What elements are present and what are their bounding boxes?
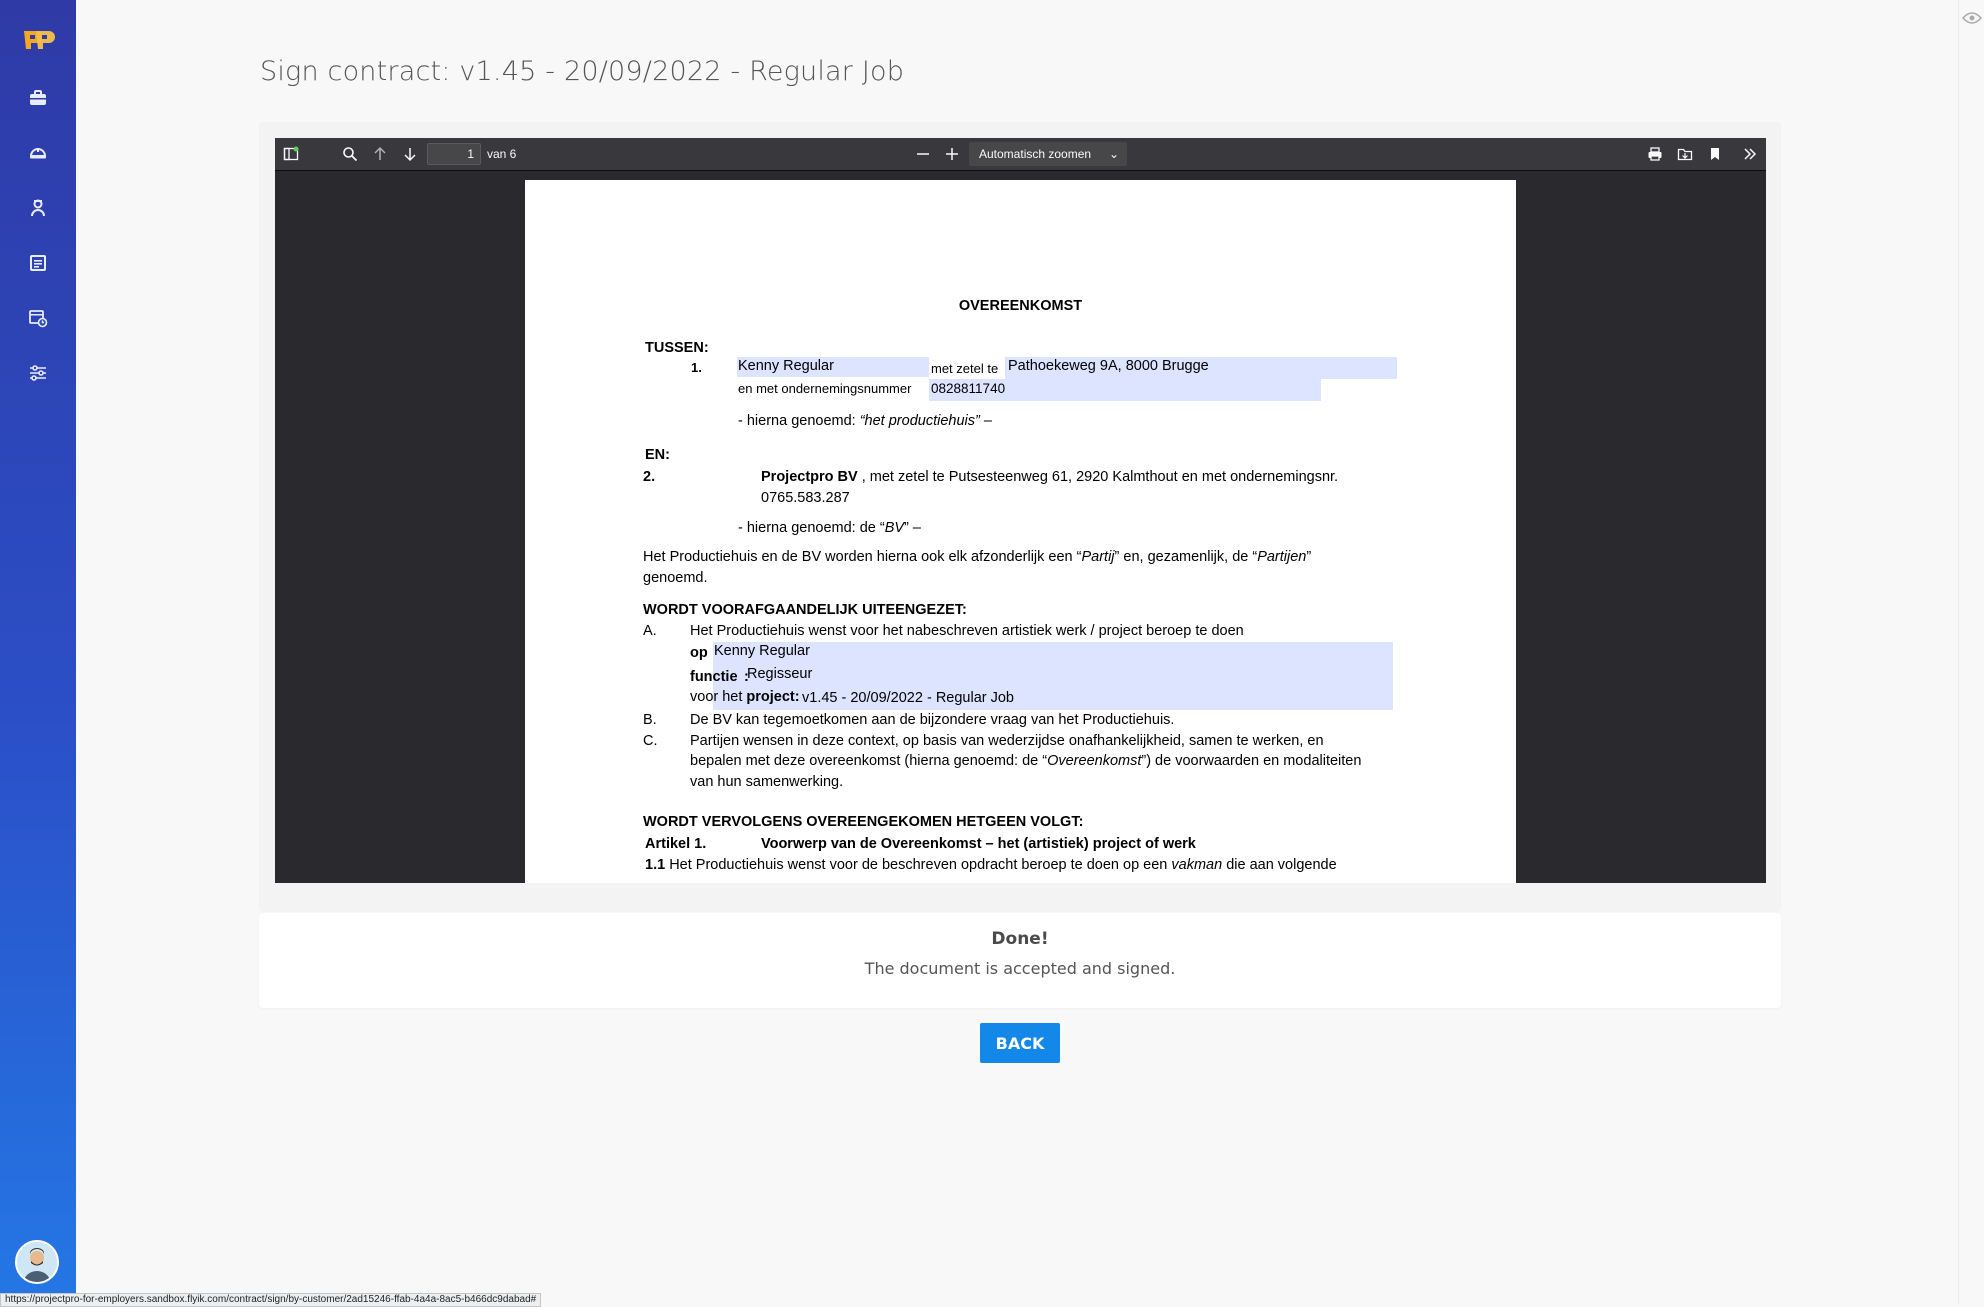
back-button[interactable]: BACK	[980, 1023, 1060, 1063]
status-title: Done!	[991, 929, 1049, 949]
item-a-text: Het Productiehuis wenst voor het nabesch…	[690, 623, 1244, 639]
print-button[interactable]	[1645, 144, 1665, 164]
right-edge-strip	[1958, 0, 1984, 1305]
sidebar-item-settings[interactable]	[22, 357, 54, 389]
signed-status-card: Done! The document is accepted and signe…	[259, 913, 1781, 1008]
party1-number: 1.	[691, 360, 702, 375]
pdf-viewer[interactable]: van 6 Automatisch zoomen ⌄ OVEREENKOMST …	[275, 138, 1766, 883]
hierna-bv: - hierna genoemd: de “BV” –	[738, 520, 921, 536]
hierna-productiehuis: - hierna genoemd: “het productiehuis” –	[738, 413, 992, 429]
project-label: voor het project:	[690, 689, 800, 705]
section1-title: WORDT VOORAFGAANDELIJK UITEENGEZET:	[643, 602, 967, 618]
party2-line: Projectpro BV , met zetel te Putsesteenw…	[761, 469, 1339, 485]
sidebar-item-projects[interactable]	[22, 137, 54, 169]
arrow-down-icon	[404, 148, 416, 162]
sidebar-item-planning[interactable]	[22, 302, 54, 334]
folder-icon	[1677, 148, 1693, 161]
tools-button[interactable]	[1740, 144, 1760, 164]
zoom-select-value: Automatisch zoomen	[979, 147, 1092, 161]
op-label: op	[690, 645, 708, 661]
vat-label: en met ondernemingsnummer	[738, 381, 912, 396]
open-file-button[interactable]	[1675, 144, 1695, 164]
projectpro-logo-icon[interactable]	[21, 26, 55, 52]
party1-address: Pathoekeweg 9A, 8000 Brugge	[1008, 358, 1209, 374]
document-list-icon	[30, 255, 46, 271]
pdf-toolbar: van 6 Automatisch zoomen ⌄	[275, 138, 1766, 171]
functie-label: functie	[690, 669, 738, 685]
parties-paragraph-line2: genoemd.	[643, 570, 708, 586]
search-icon	[343, 147, 358, 162]
parties-paragraph-line1: Het Productiehuis en de BV worden hierna…	[643, 549, 1312, 565]
page-count: van 6	[487, 147, 517, 161]
plus-icon	[946, 148, 958, 160]
helmet-icon	[29, 148, 47, 159]
calendar-clock-icon	[29, 310, 48, 328]
sidebar-toggle-button[interactable]	[281, 144, 301, 164]
item-b-text: De BV kan tegemoetkomen aan de bijzonder…	[690, 712, 1175, 728]
document-heading: OVEREENKOMST	[958, 298, 1083, 314]
double-chevron-right-icon	[1744, 148, 1757, 160]
article1-title: Voorwerp van de Overeenkomst – het (arti…	[761, 836, 1196, 852]
article1-label: Artikel 1.	[645, 836, 707, 852]
pdf-page: OVEREENKOMST TUSSEN: 1. Kenny Regular me…	[525, 180, 1516, 883]
arrow-up-icon	[374, 146, 386, 160]
chevron-down-icon: ⌄	[1108, 147, 1119, 161]
worker-icon	[31, 199, 45, 217]
sidebar-toggle-icon	[283, 146, 299, 161]
party2-vat: 0765.583.287	[761, 490, 850, 506]
page-number-input[interactable]	[427, 143, 481, 165]
party2-number: 2.	[643, 469, 656, 485]
minus-icon	[917, 153, 929, 155]
zoom-select[interactable]: Automatisch zoomen ⌄	[969, 142, 1127, 166]
section2-title: WORDT VERVOLGENS OVEREENGEKOMEN HETGEEN …	[643, 814, 1084, 830]
project-value: v1.45 - 20/09/2022 - Regular Job	[802, 690, 1014, 706]
functie-value: Regisseur	[747, 666, 813, 682]
eye-icon[interactable]	[1962, 10, 1982, 26]
bookmark-button[interactable]	[1705, 144, 1725, 164]
item-c-line3: van hun samenwerking.	[690, 774, 844, 790]
item-c-line2: bepalen met deze overeenkomst (hierna ge…	[690, 753, 1362, 769]
status-message: The document is accepted and signed.	[864, 959, 1176, 978]
zoom-out-button[interactable]	[913, 144, 933, 164]
party1-vat: 0828811740	[931, 381, 1006, 396]
op-value: Kenny Regular	[714, 643, 810, 659]
briefcase-icon	[30, 90, 46, 105]
item-c-line1: Partijen wensen in deze context, op basi…	[690, 733, 1324, 749]
print-icon	[1648, 147, 1662, 161]
item-a-label: A.	[643, 623, 657, 639]
sidebar-item-contracts[interactable]	[22, 247, 54, 279]
item-c-label: C.	[643, 733, 658, 749]
met-zetel-label: met zetel te	[931, 361, 999, 376]
article11-line: 1.1 Het Productiehuis wenst voor de besc…	[645, 857, 1337, 873]
user-avatar-icon	[17, 1242, 57, 1282]
page-title: Sign contract: v1.45 - 20/09/2022 - Regu…	[260, 56, 905, 87]
sidebar-item-jobs[interactable]	[22, 82, 54, 114]
user-avatar[interactable]	[15, 1240, 59, 1284]
party1-name: Kenny Regular	[738, 358, 834, 374]
sidebar-item-workers[interactable]	[22, 192, 54, 224]
find-button[interactable]	[340, 144, 360, 164]
en-label: EN:	[645, 447, 670, 463]
sidebar	[0, 0, 76, 1305]
item-b-label: B.	[643, 712, 657, 728]
bookmark-icon	[1711, 148, 1719, 160]
sliders-icon	[30, 365, 46, 381]
previous-page-button[interactable]	[370, 144, 390, 164]
zoom-in-button[interactable]	[942, 144, 962, 164]
next-page-button[interactable]	[400, 144, 420, 164]
tussen-label: TUSSEN:	[645, 340, 709, 356]
